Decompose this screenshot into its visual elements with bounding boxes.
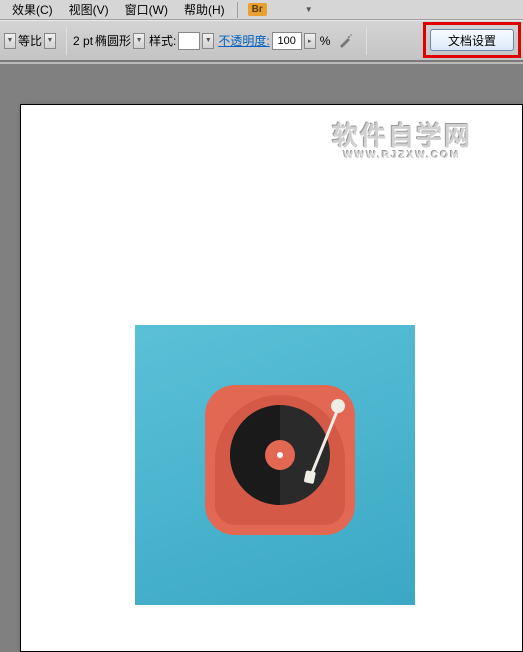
opacity-label[interactable]: 不透明度:	[218, 32, 269, 49]
toolbar-separator	[66, 27, 67, 55]
ratio-label: 等比	[18, 32, 42, 49]
menu-effects[interactable]: 效果(C)	[4, 0, 61, 20]
stroke-value: 2 pt	[73, 34, 93, 48]
menu-bar: 效果(C) 视图(V) 窗口(W) 帮助(H) Br ▼	[0, 0, 523, 20]
menu-help[interactable]: 帮助(H)	[176, 0, 233, 20]
turntable-body	[205, 385, 355, 535]
dropdown-icon[interactable]: ▼	[44, 33, 56, 49]
document-settings-button[interactable]: 文档设置	[430, 29, 514, 51]
dropdown-icon[interactable]: ▼	[133, 33, 145, 49]
menu-view[interactable]: 视图(V)	[61, 0, 117, 20]
wand-icon[interactable]	[334, 30, 356, 52]
highlight-annotation: 文档设置	[423, 22, 521, 58]
menu-window[interactable]: 窗口(W)	[117, 0, 176, 20]
vinyl-disc	[230, 405, 330, 505]
dropdown-icon[interactable]: ▼	[4, 33, 16, 49]
canvas[interactable]: 软件自学网 WWW.RJZXW.COM	[20, 104, 523, 652]
shape-label: 椭圆形	[95, 32, 131, 49]
watermark: 软件自学网 WWW.RJZXW.COM	[332, 123, 472, 161]
percent-label: %	[320, 34, 331, 48]
artwork-preview	[135, 325, 415, 605]
style-label: 样式:	[149, 32, 176, 49]
dropdown-arrow-icon[interactable]: ▼	[297, 3, 321, 16]
vinyl-hole	[277, 452, 283, 458]
toolbar-separator	[366, 27, 367, 55]
menu-separator	[237, 2, 238, 18]
vinyl-label	[265, 440, 295, 470]
workspace: 软件自学网 WWW.RJZXW.COM	[0, 64, 523, 652]
dropdown-icon[interactable]: ▸	[304, 33, 316, 49]
opacity-input[interactable]	[272, 32, 302, 50]
style-swatch[interactable]	[178, 32, 200, 50]
bridge-icon[interactable]: Br	[248, 3, 267, 16]
arrange-docs-icon[interactable]	[279, 3, 295, 17]
dropdown-icon[interactable]: ▼	[202, 33, 214, 49]
